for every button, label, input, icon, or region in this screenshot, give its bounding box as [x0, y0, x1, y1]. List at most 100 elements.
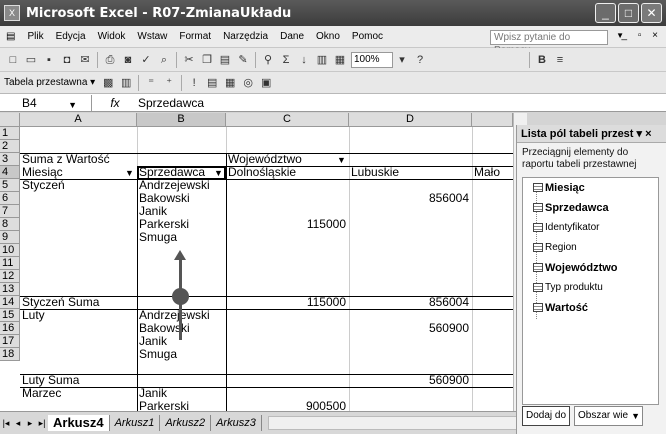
column-header-d[interactable]: D: [349, 113, 472, 127]
cell-a10[interactable]: Styczeń Suma: [20, 296, 137, 309]
cell-d4[interactable]: Lubuskie: [349, 166, 472, 179]
new-icon[interactable]: □: [4, 51, 22, 69]
cell-b8[interactable]: Parkerski: [137, 218, 226, 231]
paste-icon[interactable]: ▤: [216, 51, 234, 69]
show-detail-icon[interactable]: ⁺: [160, 74, 178, 92]
cell-b4[interactable]: Sprzedawca: [137, 166, 213, 179]
cell-a5[interactable]: Styczeń: [20, 179, 137, 192]
row-header[interactable]: 16: [0, 322, 20, 335]
field-settings-icon[interactable]: ▤: [203, 74, 221, 92]
hyperlink-icon[interactable]: ⚲: [259, 51, 277, 69]
close-button[interactable]: ✕: [641, 3, 662, 23]
cell-c10[interactable]: 115000: [226, 296, 349, 309]
menu-edycja[interactable]: Edycja: [50, 31, 92, 42]
row-header[interactable]: 5: [0, 179, 20, 192]
row-header[interactable]: 14: [0, 296, 20, 309]
cell-c3[interactable]: Województwo: [226, 153, 336, 166]
name-box-dropdown-icon[interactable]: ▼: [68, 97, 77, 113]
next-sheet-icon[interactable]: ▸: [24, 418, 36, 429]
cell-c4[interactable]: Dolnośląskie: [226, 166, 349, 179]
pivot-field-dropdown-icon[interactable]: ▼: [337, 154, 346, 166]
row-header[interactable]: 3: [0, 153, 20, 166]
cell-b16[interactable]: Janik: [137, 387, 226, 400]
menu-narzedzia[interactable]: Narzędzia: [217, 31, 274, 42]
column-header-c[interactable]: C: [226, 113, 349, 127]
cell-d6[interactable]: 856004: [349, 192, 472, 205]
row-header[interactable]: 13: [0, 283, 20, 296]
cell-a15[interactable]: Luty Suma: [20, 374, 137, 387]
research-icon[interactable]: ⌕: [155, 51, 173, 69]
cell-b6[interactable]: Bakowski: [137, 192, 226, 205]
name-box[interactable]: B4 ▼: [0, 94, 92, 113]
pivot-menu-button[interactable]: Tabela przestawna ▾: [4, 77, 95, 88]
pivot-field-item[interactable]: Sprzedawca: [523, 198, 658, 218]
chart-wizard-icon[interactable]: ▥: [313, 51, 331, 69]
show-items-icon[interactable]: ◎: [239, 74, 257, 92]
align-left-icon[interactable]: ≡: [551, 51, 569, 69]
row-header[interactable]: 2: [0, 140, 20, 153]
zoom-select[interactable]: 100%: [351, 51, 393, 68]
cell-d10[interactable]: 856004: [349, 296, 472, 309]
row-header[interactable]: 7: [0, 205, 20, 218]
insert-function-icon[interactable]: fx: [92, 96, 138, 110]
sheet-tab[interactable]: Arkusz1: [110, 415, 161, 431]
row-header[interactable]: 15: [0, 309, 20, 322]
panel-title[interactable]: Lista pól tabeli przest ▾ ×: [517, 125, 666, 143]
first-sheet-icon[interactable]: |◂: [0, 418, 12, 429]
row-header[interactable]: 6: [0, 192, 20, 205]
column-header-e[interactable]: [472, 113, 513, 127]
pivot-field-item[interactable]: Województwo: [523, 258, 658, 278]
column-header-b[interactable]: B: [137, 113, 226, 127]
cell-a11[interactable]: Luty: [20, 309, 137, 322]
menu-format[interactable]: Format: [173, 31, 217, 42]
select-all-corner[interactable]: [0, 113, 20, 127]
field-list-icon[interactable]: ▦: [221, 74, 239, 92]
cell-b7[interactable]: Janik: [137, 205, 226, 218]
drawing-icon[interactable]: ▦: [331, 51, 349, 69]
cell-a16[interactable]: Marzec: [20, 387, 137, 400]
sort-ascending-icon[interactable]: ↓: [295, 51, 313, 69]
row-header[interactable]: 12: [0, 270, 20, 283]
help-search-input[interactable]: Wpisz pytanie do Pomocy: [490, 30, 608, 56]
pivot-field-item[interactable]: Identyfikator: [523, 218, 658, 238]
minimize-button[interactable]: _: [595, 3, 616, 23]
chevron-down-icon[interactable]: ▼: [631, 407, 640, 425]
permission-icon[interactable]: ◘: [58, 51, 76, 69]
open-icon[interactable]: ▭: [22, 51, 40, 69]
format-painter-icon[interactable]: ✎: [234, 51, 252, 69]
cell-b14[interactable]: Smuga: [137, 348, 226, 361]
pivot-field-item[interactable]: Region: [523, 238, 658, 258]
pivot-field-dropdown-icon[interactable]: ▼: [125, 167, 134, 179]
row-header[interactable]: 18: [0, 348, 20, 361]
pivot-field-item[interactable]: Wartość: [523, 298, 658, 318]
save-icon[interactable]: ▪: [40, 51, 58, 69]
sheet-tab[interactable]: Arkusz3: [211, 415, 262, 431]
cell-b5[interactable]: Andrzejewski: [137, 179, 226, 192]
zoom-dropdown-icon[interactable]: ▾: [393, 51, 411, 69]
cell-c17[interactable]: 900500: [226, 400, 349, 411]
cell-d12[interactable]: 560900: [349, 322, 472, 335]
maximize-button[interactable]: □: [618, 3, 639, 23]
autosum-icon[interactable]: Σ: [277, 51, 295, 69]
menu-okno[interactable]: Okno: [310, 31, 346, 42]
row-header[interactable]: 10: [0, 244, 20, 257]
spelling-icon[interactable]: ✓: [137, 51, 155, 69]
excel-doc-icon[interactable]: ▤: [0, 31, 21, 42]
last-sheet-icon[interactable]: ▸|: [36, 418, 48, 429]
pivot-chart-icon[interactable]: ▥: [117, 74, 135, 92]
cell-d15[interactable]: 560900: [349, 374, 472, 387]
row-header[interactable]: 17: [0, 335, 20, 348]
copy-icon[interactable]: ❐: [198, 51, 216, 69]
row-header[interactable]: 9: [0, 231, 20, 244]
table-options-icon[interactable]: ▣: [257, 74, 275, 92]
refresh-icon[interactable]: !: [185, 74, 203, 92]
menu-widok[interactable]: Widok: [92, 31, 132, 42]
cell-b17[interactable]: Parkerski: [137, 400, 226, 411]
bold-button[interactable]: B: [533, 51, 551, 69]
column-header-a[interactable]: A: [20, 113, 137, 127]
horizontal-scrollbar[interactable]: [267, 416, 527, 430]
help-icon[interactable]: ?: [411, 51, 429, 69]
area-select[interactable]: Obszar wie ▼: [574, 406, 644, 426]
prev-sheet-icon[interactable]: ◂: [12, 418, 24, 429]
menu-plik[interactable]: Plik: [21, 31, 49, 42]
